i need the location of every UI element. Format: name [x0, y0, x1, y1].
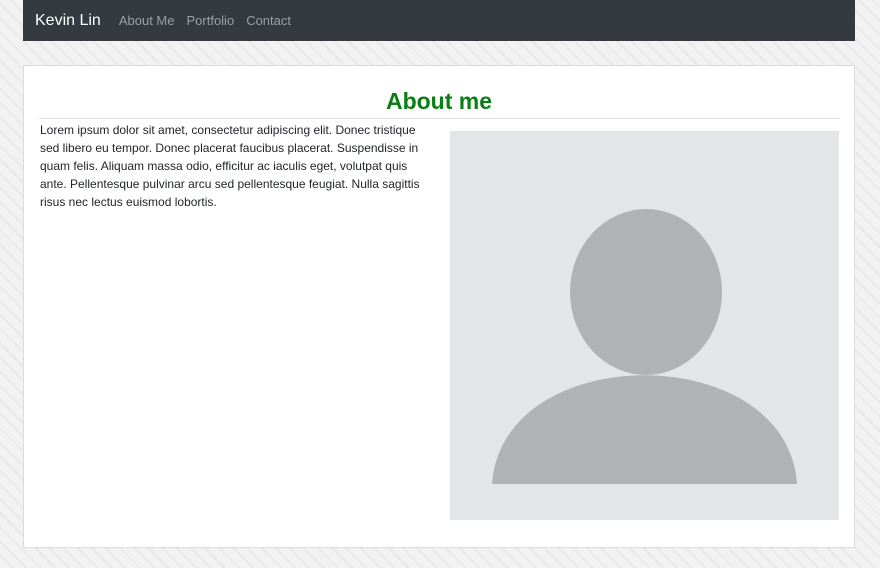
avatar-head: [570, 209, 722, 375]
nav-link-portfolio[interactable]: Portfolio: [186, 13, 234, 28]
nav-link-about-me[interactable]: About Me: [119, 13, 175, 28]
avatar-silhouette: [492, 209, 797, 484]
bio-text: Lorem ipsum dolor sit amet, consectetur …: [40, 123, 420, 209]
brand-link[interactable]: Kevin Lin: [35, 12, 101, 30]
user-placeholder-icon: [450, 131, 839, 520]
navbar: Kevin Lin About Me Portfolio Contact: [23, 0, 855, 41]
nav-link-contact[interactable]: Contact: [246, 13, 291, 28]
avatar-shoulders: [492, 375, 797, 484]
title-divider: [39, 118, 839, 119]
about-card: About me Lorem ipsum dolor sit amet, con…: [23, 65, 855, 548]
page-title: About me: [385, 88, 493, 114]
